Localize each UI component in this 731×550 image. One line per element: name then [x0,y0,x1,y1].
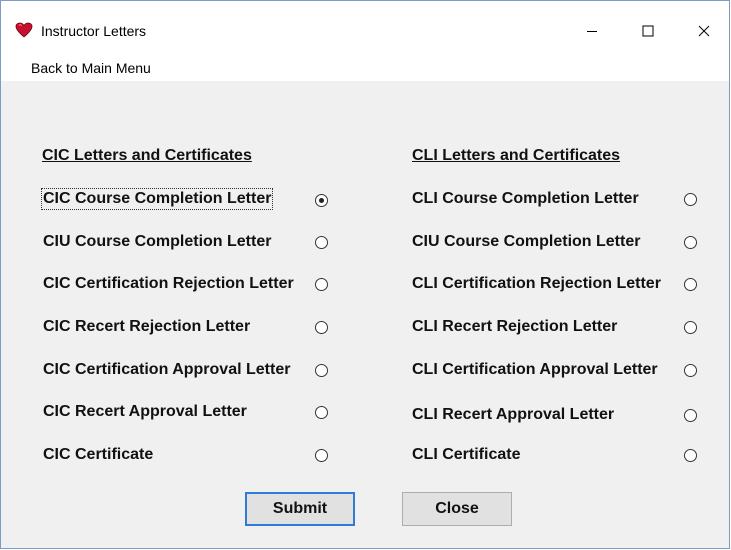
option-label: CLI Recert Approval Letter [412,406,615,423]
close-window-button[interactable] [681,15,727,47]
window-title: Instructor Letters [41,23,147,39]
option-label: CIC Course Completion Letter [40,188,274,210]
submit-button[interactable]: Submit [245,492,355,526]
radio-button[interactable] [315,321,328,334]
radio-button[interactable] [315,449,328,462]
radio-button[interactable] [315,236,328,249]
title-bar: Instructor Letters [1,1,729,53]
radio-button[interactable] [684,364,697,377]
radio-button[interactable] [684,409,697,422]
cic-heading: CIC Letters and Certificates [42,147,252,164]
maximize-button[interactable] [625,15,671,47]
option-label: CIC Recert Approval Letter [43,403,247,420]
maximize-icon [642,25,654,37]
option-label: CIC Certification Rejection Letter [43,275,294,292]
close-button[interactable]: Close [402,492,512,526]
radio-button[interactable] [684,321,697,334]
radio-button[interactable] [684,449,697,462]
radio-button[interactable] [315,364,328,377]
option-label: CLI Certification Rejection Letter [412,275,661,292]
option-label: CIC Certification Approval Letter [43,361,291,378]
minimize-button[interactable] [569,15,615,47]
option-label: CLI Certificate [412,446,521,463]
radio-button[interactable] [315,194,328,207]
menu-bar: Back to Main Menu [1,53,729,81]
radio-button[interactable] [315,278,328,291]
option-label: CIU Course Completion Letter [412,233,641,250]
option-label: CLI Course Completion Letter [412,190,639,207]
radio-button[interactable] [684,278,697,291]
cli-heading: CLI Letters and Certificates [412,147,621,164]
radio-button[interactable] [684,236,697,249]
close-icon [698,25,710,37]
option-label: CLI Recert Rejection Letter [412,318,618,335]
radio-button[interactable] [684,193,697,206]
letters-panel: CIC Letters and Certificates CIC Course … [1,81,729,548]
heart-icon [15,22,33,38]
option-label: CIC Certificate [43,446,154,463]
minimize-icon [587,31,597,32]
radio-button[interactable] [315,406,328,419]
option-label: CIU Course Completion Letter [43,233,272,250]
back-to-main-menu[interactable]: Back to Main Menu [31,60,151,76]
option-label: CIC Recert Rejection Letter [43,318,251,335]
option-label: CLI Certification Approval Letter [412,361,658,378]
instructor-letters-window: Instructor Letters Back to Main Menu CIC… [0,0,730,549]
